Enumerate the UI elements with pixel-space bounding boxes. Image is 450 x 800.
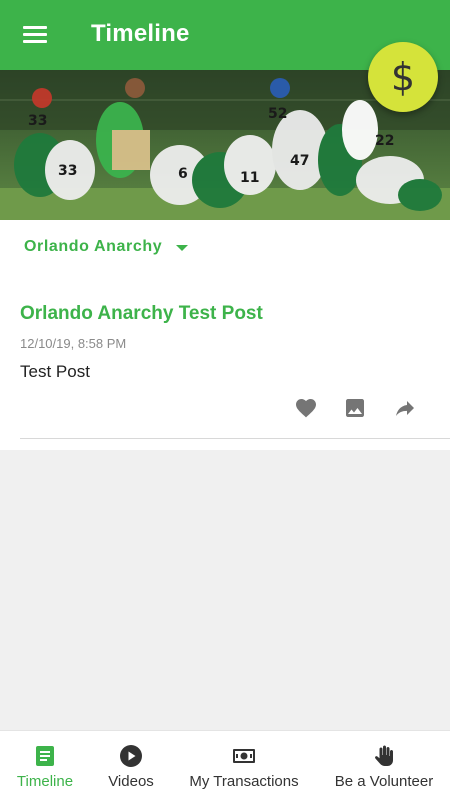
timeline-content: Orlando Anarchy Orlando Anarchy Test Pos… bbox=[0, 220, 450, 450]
bottom-navigation: Timeline Videos My Transactions Be a Vol… bbox=[0, 730, 450, 800]
svg-text:33: 33 bbox=[58, 163, 77, 179]
nav-label-timeline: Timeline bbox=[16, 773, 74, 790]
page-title: Timeline bbox=[91, 20, 190, 47]
heart-icon[interactable] bbox=[294, 396, 318, 420]
team-dropdown[interactable]: Orlando Anarchy bbox=[24, 238, 189, 256]
dollar-icon: $ bbox=[390, 55, 416, 99]
menu-icon[interactable] bbox=[23, 26, 47, 44]
nav-label-transactions: My Transactions bbox=[189, 773, 299, 790]
team-dropdown-value: Orlando Anarchy bbox=[24, 238, 163, 255]
svg-text:11: 11 bbox=[240, 170, 259, 186]
nav-label-videos: Videos bbox=[108, 773, 154, 790]
hand-icon bbox=[375, 745, 393, 766]
post-date: 12/10/19, 8:58 PM bbox=[20, 336, 127, 351]
timeline-icon bbox=[36, 746, 54, 766]
nav-item-timeline[interactable]: Timeline bbox=[14, 731, 76, 800]
nav-item-volunteer[interactable]: Be a Volunteer bbox=[330, 731, 438, 800]
svg-text:52: 52 bbox=[268, 106, 287, 122]
svg-text:47: 47 bbox=[290, 153, 309, 169]
money-icon bbox=[233, 749, 255, 763]
image-icon[interactable] bbox=[343, 396, 367, 420]
share-icon[interactable] bbox=[393, 396, 417, 420]
nav-item-videos[interactable]: Videos bbox=[100, 731, 162, 800]
post-title[interactable]: Orlando Anarchy Test Post bbox=[20, 303, 263, 325]
nav-label-volunteer: Be a Volunteer bbox=[334, 773, 434, 790]
svg-text:6: 6 bbox=[178, 166, 188, 182]
post-divider bbox=[20, 438, 450, 439]
svg-text:33: 33 bbox=[28, 113, 47, 129]
caret-down-icon bbox=[176, 245, 189, 251]
svg-text:22: 22 bbox=[375, 133, 394, 149]
donate-button[interactable]: $ bbox=[368, 42, 438, 112]
post-body: Test Post bbox=[20, 362, 90, 381]
post-actions bbox=[0, 396, 450, 422]
play-icon bbox=[120, 745, 142, 767]
nav-item-transactions[interactable]: My Transactions bbox=[183, 731, 305, 800]
